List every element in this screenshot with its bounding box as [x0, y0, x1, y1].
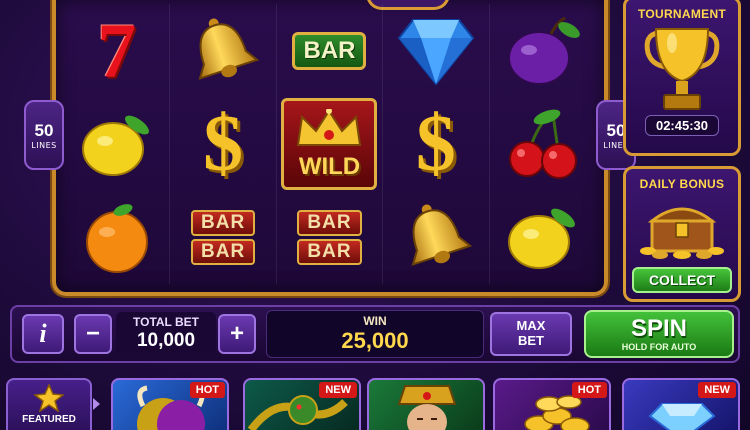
win-label: WIN — [363, 314, 387, 328]
tournament-title: TOURNAMENT — [637, 7, 727, 21]
hot-badge: HOT — [189, 382, 225, 398]
trophy-icon — [644, 28, 720, 110]
dollar-symbol: $ — [415, 99, 456, 188]
lemon-icon — [81, 115, 149, 176]
win-box: WIN 25,000 — [266, 310, 484, 358]
spin-button[interactable]: SPIN HOLD FOR AUTO — [584, 310, 734, 358]
reel-cell — [170, 4, 277, 98]
lines-count: 50 — [34, 120, 54, 140]
star-icon — [34, 384, 64, 412]
reel-cell: BAR BAR — [170, 190, 277, 284]
lines-label: LINES — [31, 140, 57, 150]
spin-sublabel: HOLD FOR AUTO — [621, 341, 697, 352]
double-bar-symbol: BAR BAR — [297, 209, 362, 265]
daily-bonus-panel: DAILY BONUS COLLECT — [623, 166, 741, 302]
collect-button[interactable]: COLLECT — [632, 267, 732, 293]
game-tile-diamond[interactable]: NEW — [622, 378, 740, 430]
reel-frame: 7 BAR $ WILD $ BAR BAR BAR BAR — [52, 0, 608, 296]
wild-symbol: WILD — [281, 97, 378, 190]
dollar-symbol: $ — [203, 99, 244, 188]
game-tile-emperor[interactable] — [367, 378, 485, 430]
reel-cell: BAR — [277, 4, 384, 98]
wild-label: WILD — [298, 152, 361, 180]
game-tile-buffalo[interactable]: HOT — [111, 378, 229, 430]
reel-cell — [383, 190, 490, 284]
hot-badge: HOT — [571, 382, 607, 398]
reel-cell — [490, 97, 596, 190]
total-bet-value: 10,000 — [136, 330, 196, 351]
new-badge: NEW — [698, 382, 736, 398]
bar-label-bottom: BAR — [297, 238, 362, 265]
reel-cell — [383, 4, 490, 98]
control-bar: i − TOTAL BET 10,000 + WIN 25,000 MAX BE… — [10, 305, 740, 363]
reel-cell — [64, 190, 171, 284]
game-tile-coins[interactable]: HOT — [493, 378, 611, 430]
max-bet-label-line2: BET — [518, 333, 544, 348]
cherries-icon — [508, 109, 577, 179]
daily-bonus-title: DAILY BONUS — [639, 177, 725, 191]
bar-label-top: BAR — [191, 209, 256, 236]
reel-cell — [490, 191, 596, 284]
reel-cell — [64, 97, 171, 191]
reel-cell: $ — [170, 97, 277, 191]
win-value: 25,000 — [341, 328, 409, 353]
increase-bet-button[interactable]: + — [218, 314, 256, 354]
tournament-timer: 02:45:30 — [645, 115, 719, 136]
double-bar-symbol: BAR BAR — [191, 209, 256, 265]
diamond-icon — [397, 18, 475, 86]
crown-icon — [297, 108, 362, 146]
reel-grid: 7 BAR $ WILD $ BAR BAR BAR BAR — [64, 4, 596, 284]
chevron-right-icon — [93, 398, 100, 410]
orange-icon — [85, 204, 148, 274]
reel-cell: $ — [383, 97, 490, 191]
reel-cell: BAR BAR — [277, 190, 384, 284]
bar-label-top: BAR — [297, 209, 362, 236]
max-bet-button[interactable]: MAX BET — [490, 312, 572, 356]
reel-cell: WILD — [277, 97, 384, 191]
featured-tab[interactable]: FEATURED — [6, 378, 92, 430]
bell-icon — [411, 204, 473, 267]
decrease-bet-button[interactable]: − — [74, 314, 112, 354]
tournament-panel[interactable]: TOURNAMENT 02:45:30 — [623, 0, 741, 156]
seven-symbol: 7 — [97, 6, 137, 94]
bar-label-bottom: BAR — [191, 238, 256, 265]
bell-icon — [198, 18, 260, 80]
lemon-icon — [507, 208, 575, 270]
reel-cell — [490, 4, 596, 97]
new-badge: NEW — [319, 382, 357, 398]
max-bet-label-line1: MAX — [516, 318, 546, 334]
treasure-chest-icon — [640, 207, 724, 259]
game-tile-dragon[interactable]: NEW — [243, 378, 361, 430]
bar-symbol: BAR — [292, 31, 367, 70]
lines-badge-left: 50 LINES — [24, 100, 64, 170]
total-bet-label: TOTAL BET — [133, 315, 199, 329]
info-button[interactable]: i — [22, 314, 64, 354]
reel-cell: 7 — [64, 4, 171, 98]
total-bet-box: TOTAL BET 10,000 — [116, 312, 216, 356]
spin-label: SPIN — [630, 314, 687, 342]
featured-label: FEATURED — [22, 414, 76, 425]
emperor-icon — [397, 385, 457, 430]
plum-icon — [507, 16, 580, 85]
